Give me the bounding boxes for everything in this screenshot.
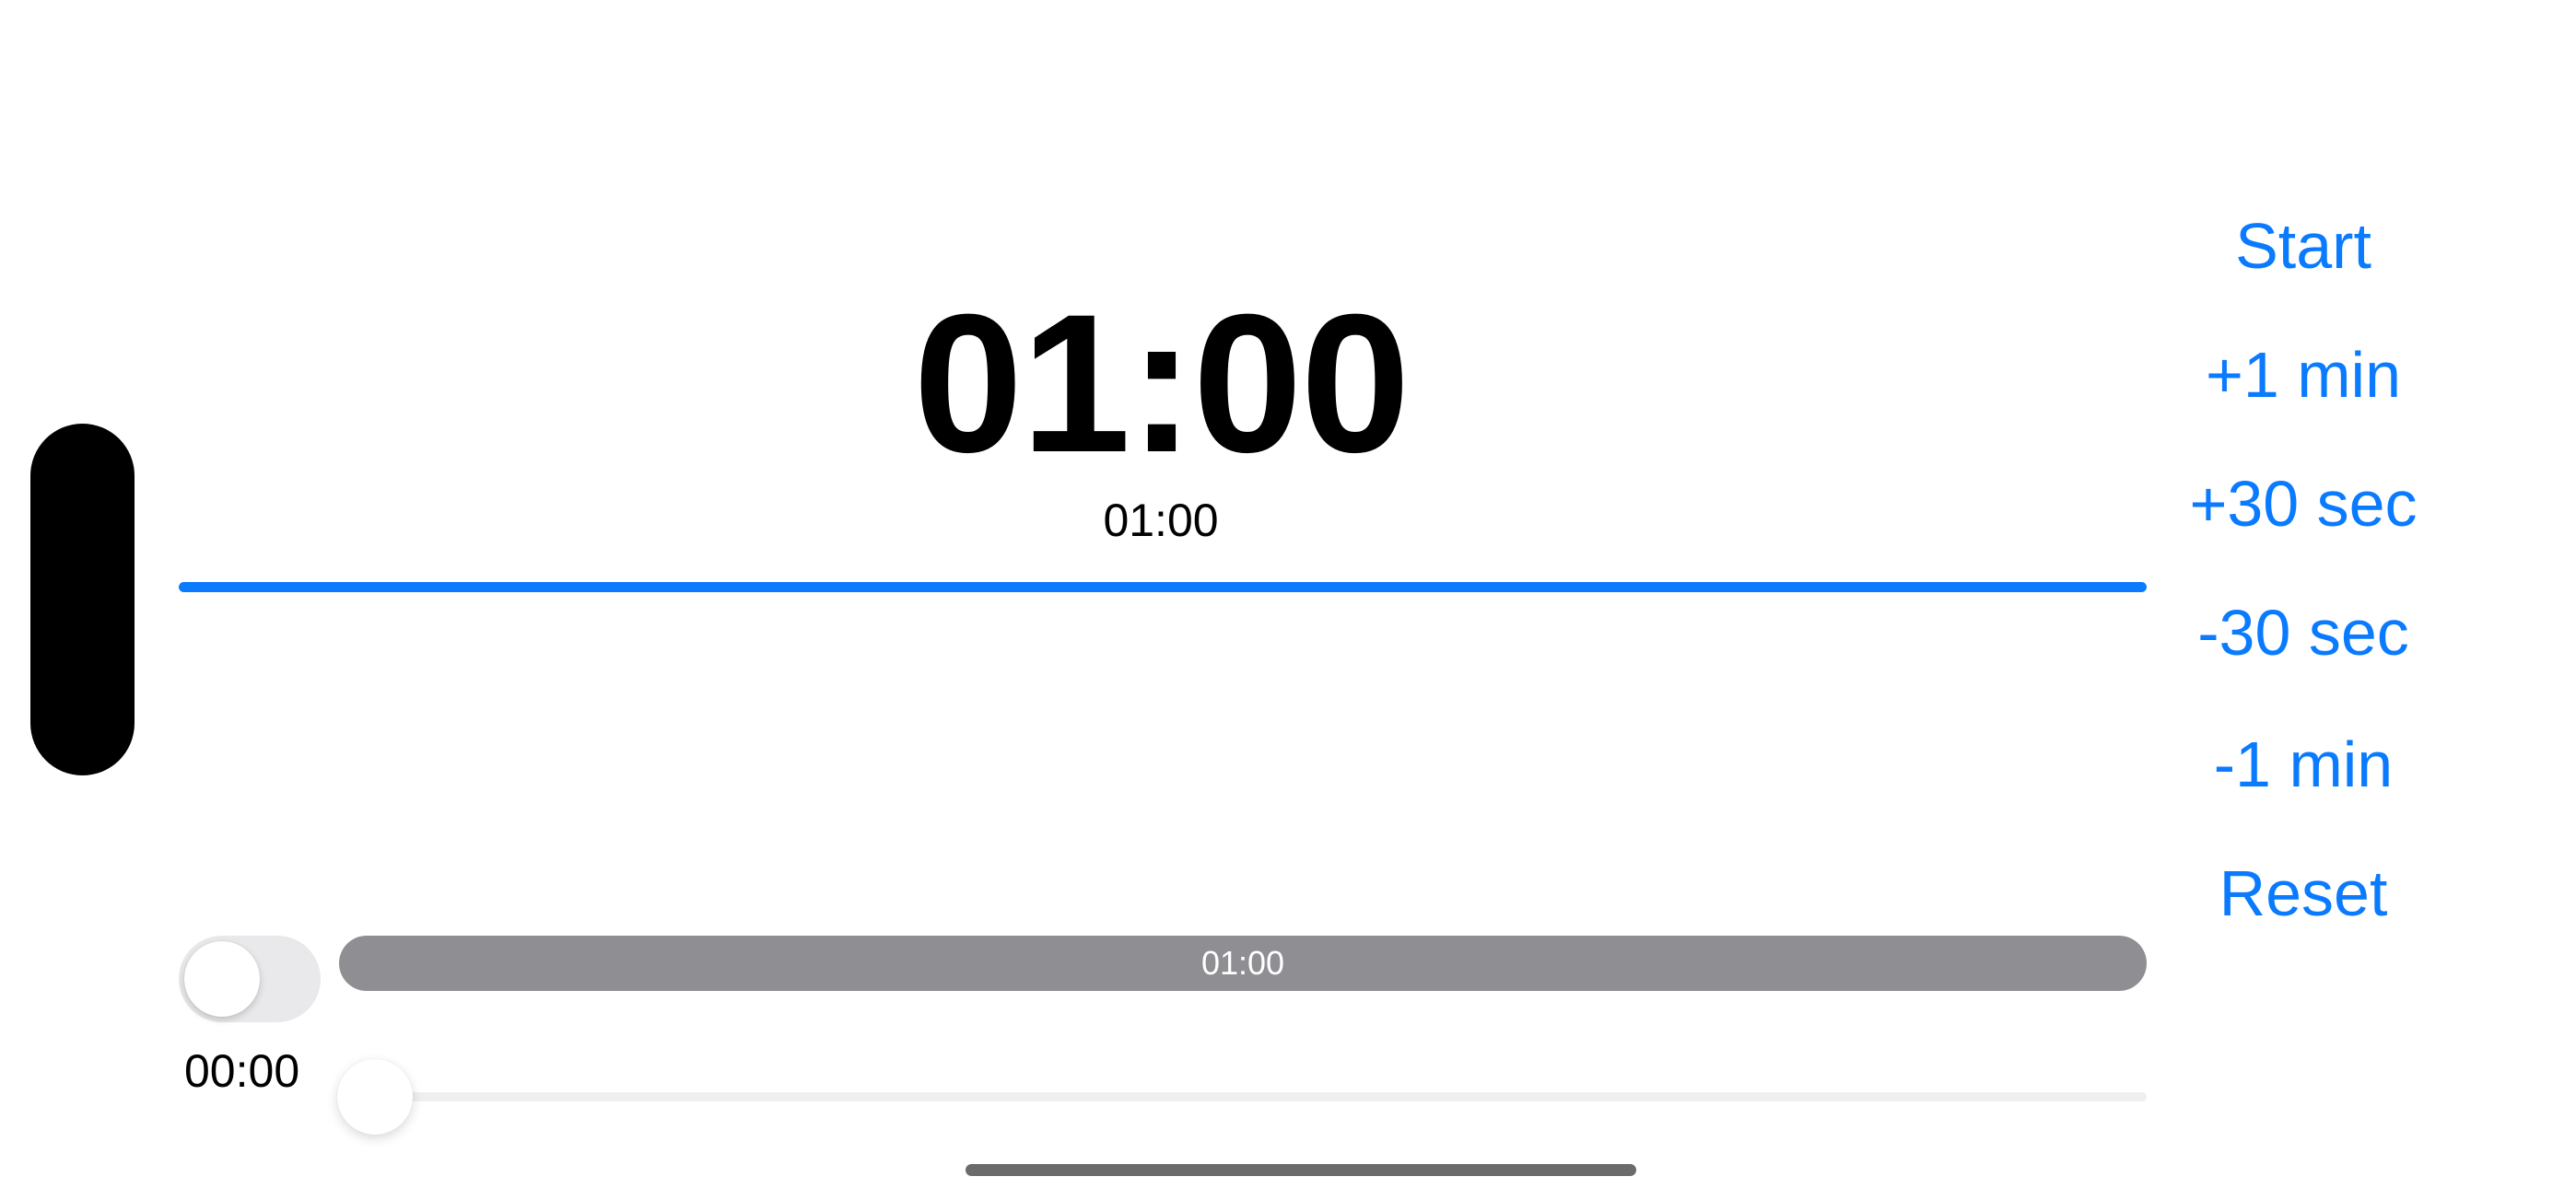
toggle-switch[interactable] <box>179 936 321 1022</box>
home-indicator[interactable] <box>966 1164 1636 1176</box>
time-progress-bar: 01:00 <box>339 936 2147 991</box>
time-progress-label: 01:00 <box>1200 944 1285 982</box>
timer-controls: Start +1 min +30 sec -30 sec -1 min Rese… <box>0 0 2576 1188</box>
time-slider-track[interactable] <box>339 1092 2147 1101</box>
countdown-secondary-label: 01:00 <box>1103 495 1219 546</box>
subtract-1-min-button[interactable]: -1 min <box>2147 732 2460 797</box>
countdown-progress-bar <box>179 582 2147 592</box>
add-1-min-button[interactable]: +1 min <box>2147 343 2460 407</box>
start-button[interactable]: Start <box>2147 214 2460 278</box>
time-slider-thumb[interactable] <box>337 1059 413 1135</box>
reset-button[interactable]: Reset <box>2147 861 2460 926</box>
subtract-30-sec-button[interactable]: -30 sec <box>2147 600 2460 665</box>
elapsed-time-label: 00:00 <box>184 1045 300 1097</box>
add-30-sec-button[interactable]: +30 sec <box>2147 472 2460 536</box>
toggle-knob <box>184 941 260 1017</box>
countdown-display: 01:00 <box>913 274 1410 494</box>
